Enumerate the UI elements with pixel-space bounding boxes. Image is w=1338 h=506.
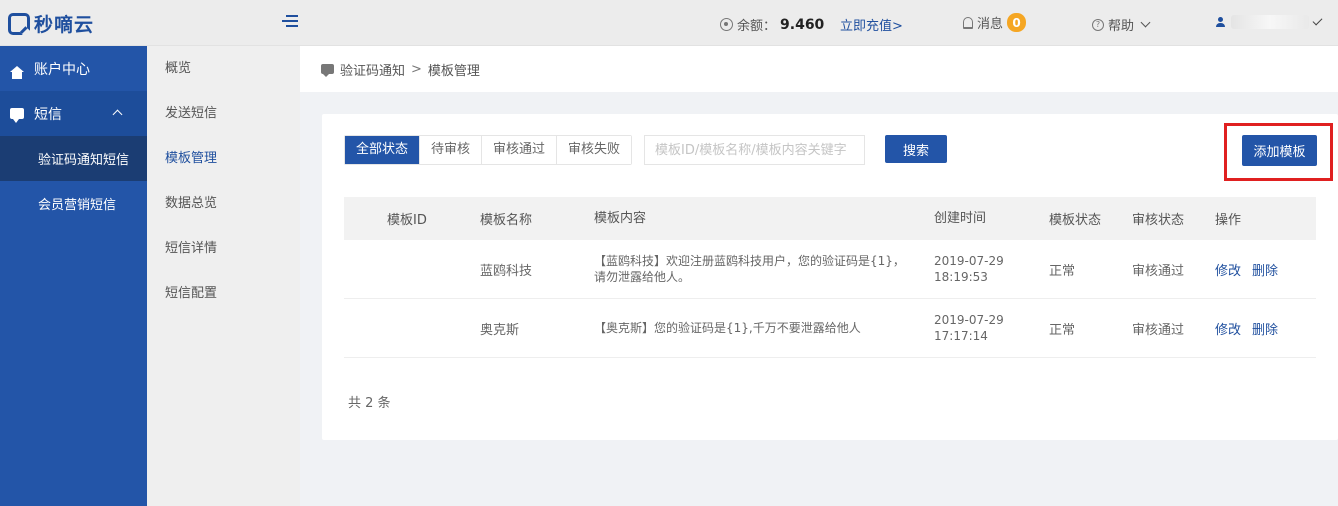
created-time: 2019-07-29 18:19:53 [934,253,1049,285]
messages-count-badge: 0 [1007,13,1027,32]
review-status: 审核通过 [1132,263,1185,279]
template-status: 正常 [1049,263,1076,279]
sidebar-subitem-verification-sms[interactable]: 验证码通知短信 [0,136,147,181]
help-label: 帮助 [1108,19,1135,34]
sidebar-subitem-marketing-sms[interactable]: 会员营销短信 [0,181,147,226]
breadcrumb-parent[interactable]: 验证码通知 [340,60,405,79]
delete-link[interactable]: 删除 [1252,319,1278,338]
submenu-item-template-management[interactable]: 模板管理 [147,136,300,181]
table-row: 奥克斯 【奥克斯】您的验证码是{1},千万不要泄露给他人 2019-07-29 … [344,299,1316,358]
column-header: 创建时间 [934,210,987,226]
home-icon [10,65,24,79]
row-actions: 修改 删除 [1215,260,1315,279]
template-card: 全部状态 待审核 审核通过 审核失败 搜索 添加模板 模板ID 模板名称 模板内… [322,114,1338,440]
column-header: 审核状态 [1132,213,1185,228]
tab-all-status[interactable]: 全部状态 [345,136,420,164]
menu-collapse-icon[interactable] [282,15,298,29]
edit-link[interactable]: 修改 [1215,319,1241,338]
tab-pending[interactable]: 待审核 [419,136,482,164]
balance: 余额： 9.460 [720,15,824,34]
chevron-up-icon [112,109,123,120]
sidebar-item-account[interactable]: 账户中心 [0,46,147,91]
question-circle-icon: ? [1092,18,1104,31]
tab-approved[interactable]: 审核通过 [481,136,557,164]
search-button[interactable]: 搜索 [885,135,947,163]
top-bar: 秒嘀云 余额： 9.460 立即充值> 消息 0 ? 帮助 [0,0,1338,46]
user-name-redacted [1231,15,1309,29]
secondary-menu: 概览 发送短信 模板管理 数据总览 短信详情 短信配置 [147,46,300,506]
check-icon [1312,15,1323,26]
add-template-button[interactable]: 添加模板 [1242,135,1317,166]
template-name: 蓝鸥科技 [480,263,533,279]
column-header: 模板名称 [480,213,533,228]
submenu-item-data-overview[interactable]: 数据总览 [147,181,300,226]
column-header: 操作 [1215,213,1242,228]
delete-link[interactable]: 删除 [1252,260,1278,279]
bell-icon [963,16,973,29]
template-name: 奥克斯 [480,322,520,338]
created-clock: 17:17:14 [934,329,988,343]
help-menu[interactable]: ? 帮助 [1092,15,1151,34]
main-content: 验证码通知 > 模板管理 全部状态 待审核 审核通过 审核失败 搜索 添加模板 … [300,46,1338,506]
status-filter-tabs: 全部状态 待审核 审核通过 审核失败 [344,135,633,165]
template-status: 正常 [1049,322,1076,338]
template-content: 【蓝鸥科技】欢迎注册蓝鸥科技用户，您的验证码是{1}，请勿泄露给他人。 [594,254,905,284]
total-count: 共 2 条 [348,396,391,411]
balance-label: 余额： [737,19,777,34]
tab-rejected[interactable]: 审核失败 [556,136,632,164]
user-menu[interactable] [1216,15,1323,29]
breadcrumb-separator: > [411,61,422,77]
submenu-item-sms-config[interactable]: 短信配置 [147,271,300,316]
sms-icon [321,64,334,77]
coin-icon [720,18,733,31]
table-row: 蓝鸥科技 【蓝鸥科技】欢迎注册蓝鸥科技用户，您的验证码是{1}，请勿泄露给他人。… [344,240,1316,299]
created-date: 2019-07-29 [934,313,1004,327]
submenu-item-send-sms[interactable]: 发送短信 [147,91,300,136]
messages-button[interactable]: 消息 0 [963,13,1027,32]
logo-icon [8,12,30,35]
edit-link[interactable]: 修改 [1215,260,1241,279]
sms-icon [10,108,24,123]
balance-value: 9.460 [780,16,825,33]
column-header: 模板内容 [594,210,647,226]
table-header: 模板ID 模板名称 模板内容 创建时间 模板状态 审核状态 操作 [344,197,1316,240]
breadcrumb: 验证码通知 > 模板管理 [300,46,1338,92]
sidebar-item-label: 账户中心 [34,61,90,78]
logo[interactable]: 秒嘀云 [8,10,94,37]
template-content: 【奥克斯】您的验证码是{1},千万不要泄露给他人 [594,321,861,335]
column-header: 模板ID [387,213,427,228]
logo-text: 秒嘀云 [34,14,95,36]
submenu-item-sms-details[interactable]: 短信详情 [147,226,300,271]
sidebar-item-sms[interactable]: 短信 [0,91,147,136]
created-clock: 18:19:53 [934,270,988,284]
main-sidebar: 账户中心 短信 验证码通知短信 会员营销短信 [0,46,147,506]
recharge-link[interactable]: 立即充值> [840,15,903,34]
review-status: 审核通过 [1132,322,1185,338]
sidebar-item-label: 短信 [34,106,62,123]
created-time: 2019-07-29 17:17:14 [934,312,1049,344]
search-input[interactable] [644,135,865,165]
user-icon [1216,17,1225,27]
row-actions: 修改 删除 [1215,319,1315,338]
template-table: 模板ID 模板名称 模板内容 创建时间 模板状态 审核状态 操作 蓝鸥科技 【蓝… [344,197,1316,358]
breadcrumb-current: 模板管理 [427,63,480,79]
column-header: 模板状态 [1049,213,1102,228]
messages-label: 消息 [977,17,1004,32]
submenu-item-overview[interactable]: 概览 [147,46,300,91]
created-date: 2019-07-29 [934,254,1004,268]
chevron-down-icon [1140,17,1151,28]
